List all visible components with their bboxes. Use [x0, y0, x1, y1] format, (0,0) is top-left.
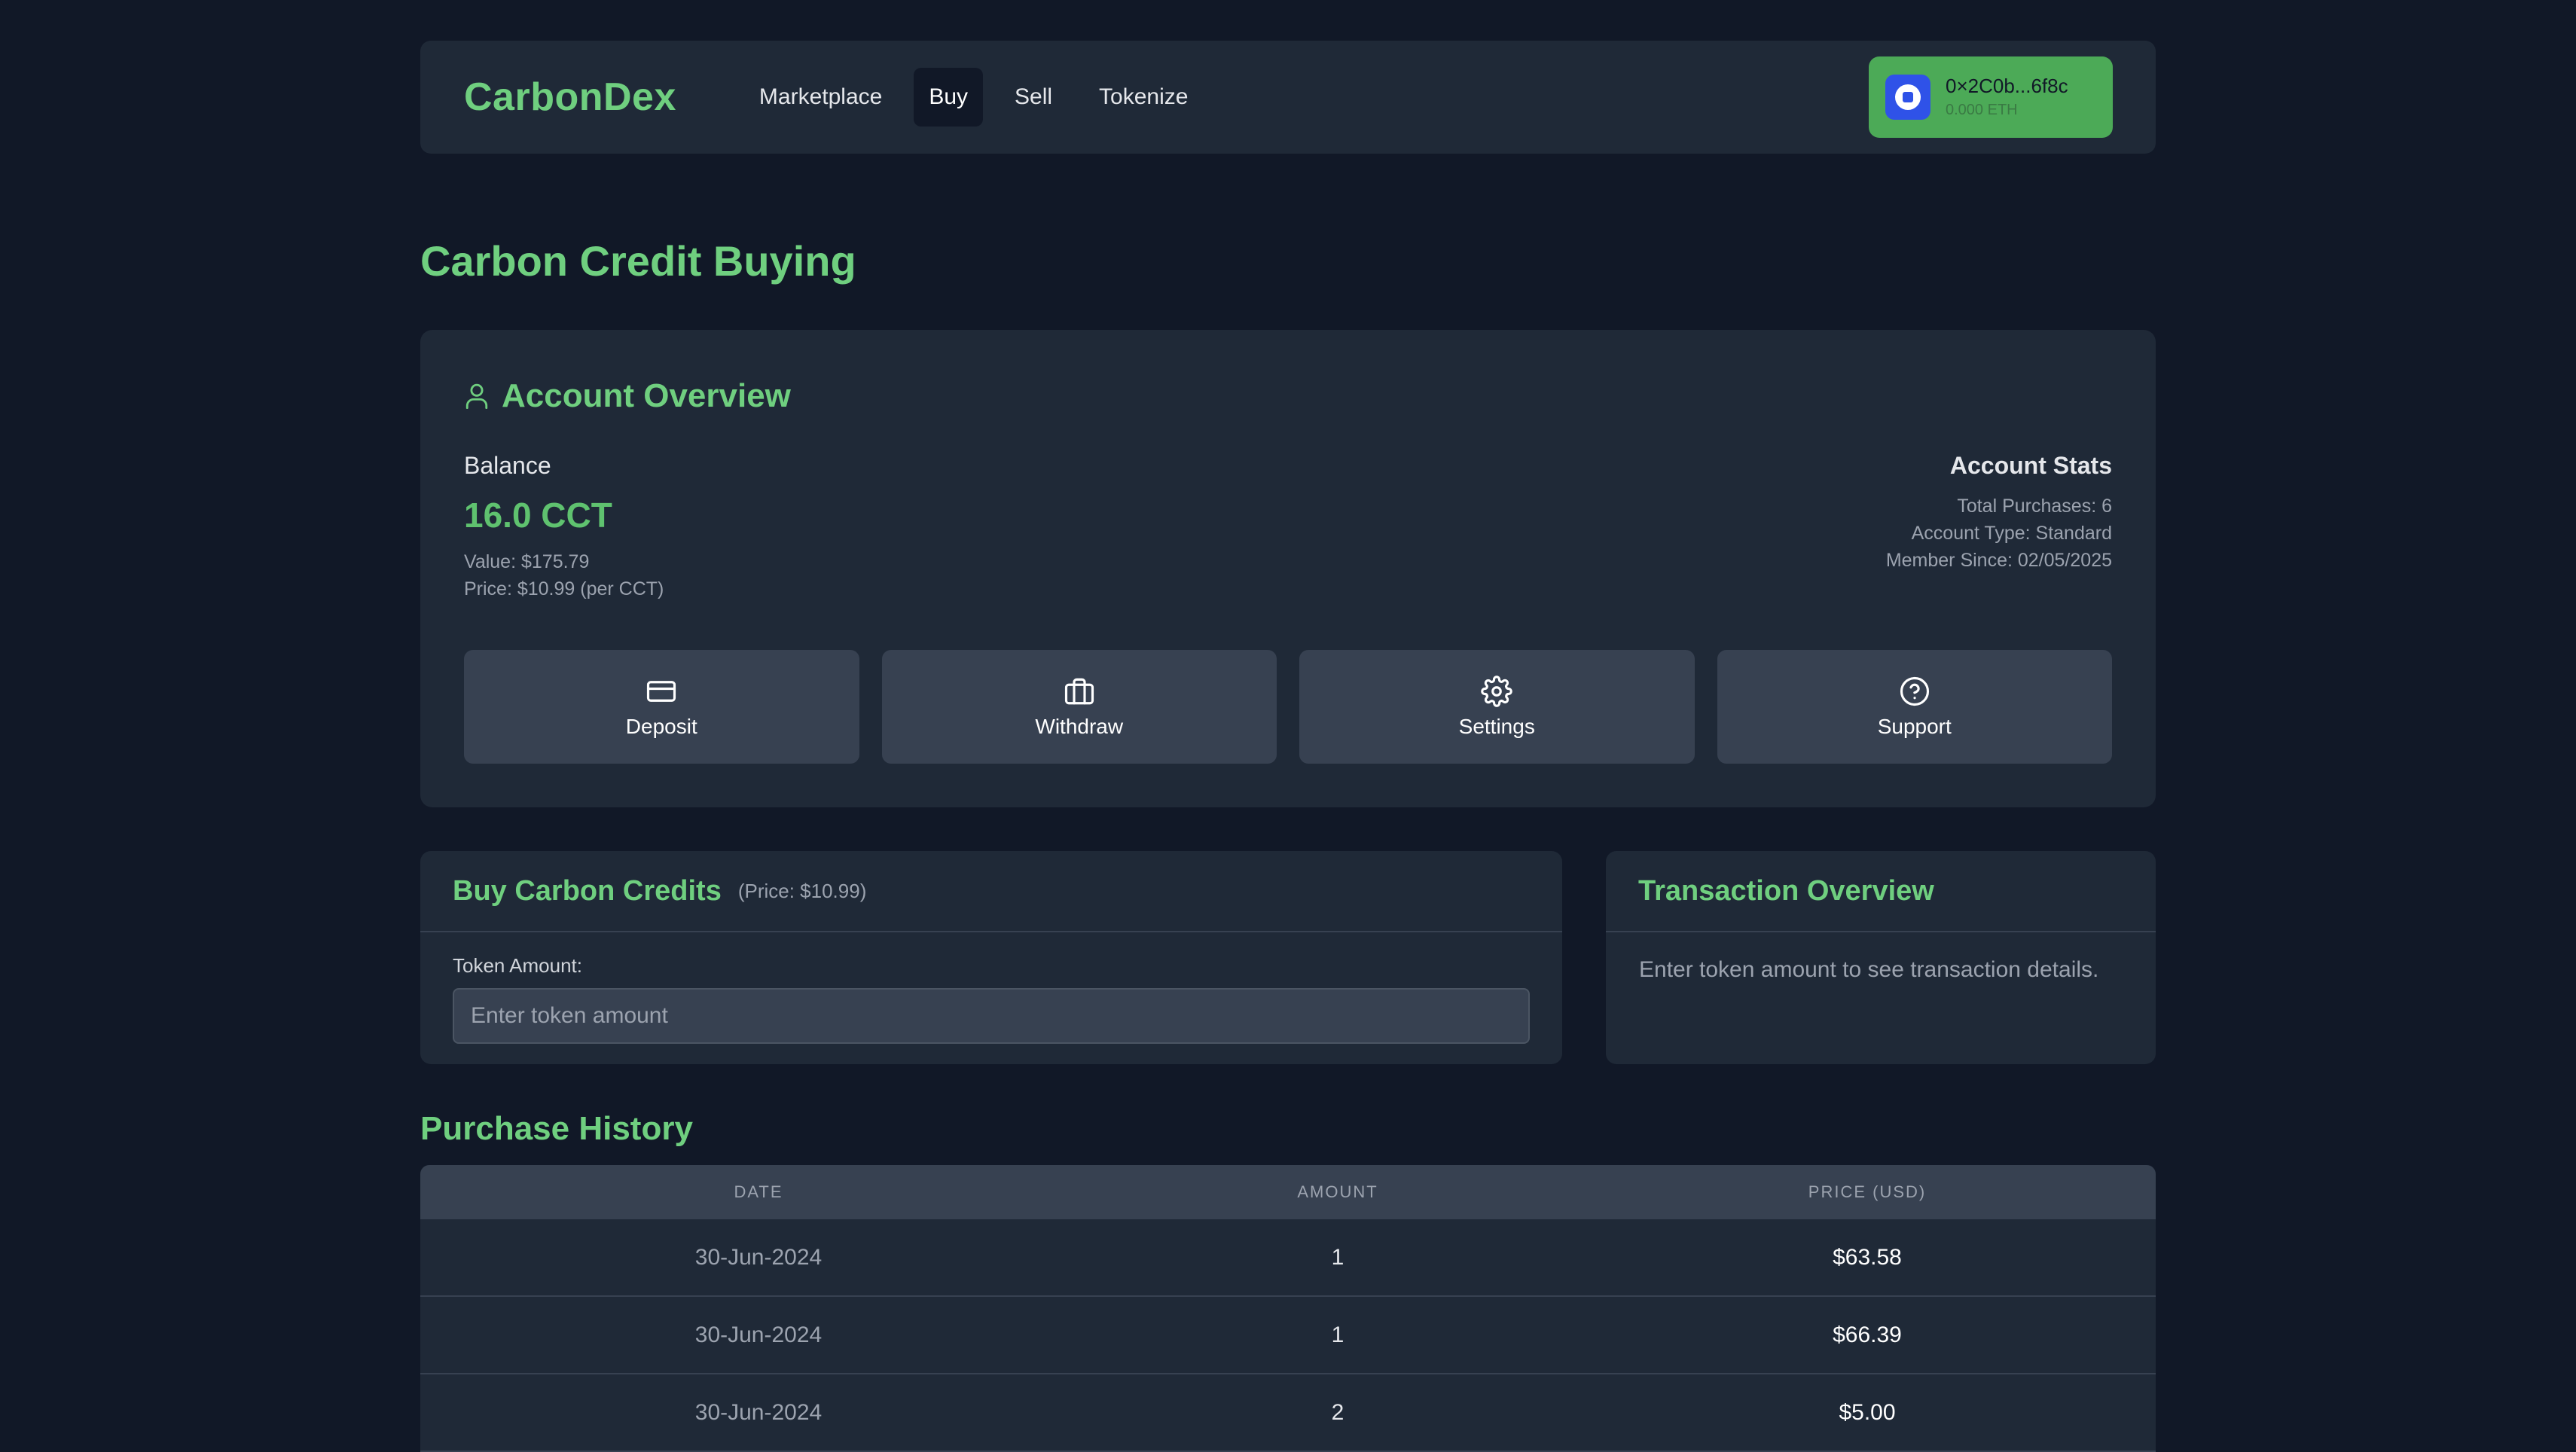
buy-row: Buy Carbon Credits (Price: $10.99) Token…: [420, 851, 2156, 1064]
wallet-button[interactable]: 0×2C0b...6f8c 0.000 ETH: [1869, 56, 2113, 138]
transaction-overview-message: Enter token amount to see transaction de…: [1639, 957, 2099, 982]
table-row: 30-Jun-2024 1 $63.58: [420, 1219, 2156, 1297]
user-icon: [465, 383, 488, 409]
stat-total-purchases: Total Purchases: 6: [1957, 496, 2112, 517]
table-row: 30-Jun-2024 1 $66.39: [420, 1297, 2156, 1374]
app-container: CarbonDex Marketplace Buy Sell Tokenize …: [420, 41, 2156, 1452]
table-header: DATE AMOUNT PRICE (USD): [420, 1165, 2156, 1219]
briefcase-icon: [1064, 678, 1094, 704]
cell-price: $5.00: [1839, 1399, 1896, 1425]
help-circle-icon: [1900, 676, 1929, 706]
cell-price: $63.58: [1833, 1244, 1902, 1270]
column-header-amount[interactable]: AMOUNT: [1097, 1182, 1579, 1202]
purchase-history-table: DATE AMOUNT PRICE (USD) 30-Jun-2024 1 $6…: [420, 1165, 2156, 1452]
deposit-button[interactable]: Deposit: [464, 650, 859, 764]
buy-credits-title: Buy Carbon Credits: [453, 874, 722, 907]
table-row: 30-Jun-2024 2 $5.00: [420, 1374, 2156, 1452]
purchase-history-title: Purchase History: [420, 1110, 693, 1147]
column-header-date[interactable]: DATE: [420, 1182, 1097, 1202]
token-amount-input[interactable]: [453, 988, 1530, 1044]
token-amount-label: Token Amount:: [453, 954, 582, 977]
account-overview-header: Account Overview: [464, 374, 2112, 419]
wallet-eth-balance: 0.000 ETH: [1946, 102, 2018, 118]
wallet-address: 0×2C0b...6f8c: [1946, 75, 2068, 97]
cell-amount: 2: [1331, 1399, 1344, 1425]
account-actions: Deposit Withdraw Settings Support: [464, 650, 2112, 764]
balance-section: Balance 16.0 CCT Value: $175.79 Price: $…: [464, 450, 664, 602]
cell-amount: 1: [1331, 1322, 1344, 1347]
balance-label: Balance: [464, 452, 551, 479]
top-navbar: CarbonDex Marketplace Buy Sell Tokenize …: [420, 41, 2156, 154]
withdraw-button[interactable]: Withdraw: [881, 650, 1277, 764]
account-stats-title: Account Stats: [1949, 452, 2112, 479]
balance-usd-value: Value: $175.79: [464, 551, 590, 572]
main-nav: Marketplace Buy Sell Tokenize: [744, 68, 1204, 127]
account-overview-card: Account Overview Balance 16.0 CCT Value:…: [420, 330, 2156, 807]
account-stats: Account Stats Total Purchases: 6 Account…: [1886, 450, 2112, 574]
deposit-label: Deposit: [625, 714, 697, 738]
cell-amount: 1: [1331, 1244, 1344, 1270]
nav-item-marketplace[interactable]: Marketplace: [744, 68, 897, 127]
wallet-logo-icon: [1885, 75, 1930, 120]
account-overview-title: Account Overview: [502, 377, 791, 414]
cell-price: $66.39: [1833, 1322, 1902, 1347]
balance-value: 16.0 CCT: [464, 496, 612, 535]
settings-label: Settings: [1458, 714, 1535, 738]
stat-member-since: Member Since: 02/05/2025: [1885, 550, 2112, 571]
brand-logo[interactable]: CarbonDex: [464, 75, 676, 120]
buy-credits-body: Token Amount:: [420, 932, 1562, 1065]
transaction-overview-title: Transaction Overview: [1638, 874, 1934, 907]
nav-item-sell[interactable]: Sell: [1000, 68, 1067, 127]
cell-date: 30-Jun-2024: [694, 1244, 823, 1270]
buy-price-note: (Price: $10.99): [737, 879, 867, 902]
transaction-overview-header: Transaction Overview: [1606, 851, 2156, 932]
page-title: Carbon Credit Buying: [420, 237, 856, 285]
column-header-price[interactable]: PRICE (USD): [1579, 1182, 2156, 1202]
withdraw-label: Withdraw: [1035, 714, 1124, 738]
buy-credits-card: Buy Carbon Credits (Price: $10.99) Token…: [420, 851, 1562, 1064]
stat-account-type: Account Type: Standard: [1911, 523, 2112, 544]
transaction-overview-card: Transaction Overview Enter token amount …: [1606, 851, 2156, 1064]
buy-credits-header: Buy Carbon Credits (Price: $10.99): [420, 851, 1562, 932]
cell-date: 30-Jun-2024: [694, 1399, 823, 1425]
settings-button[interactable]: Settings: [1299, 650, 1695, 764]
credit-card-icon: [647, 680, 676, 702]
nav-item-buy[interactable]: Buy: [914, 68, 984, 127]
support-label: Support: [1877, 714, 1952, 738]
token-price: Price: $10.99 (per CCT): [464, 578, 664, 599]
cell-date: 30-Jun-2024: [694, 1322, 823, 1347]
support-button[interactable]: Support: [1717, 650, 2112, 764]
nav-item-tokenize[interactable]: Tokenize: [1084, 68, 1203, 127]
gear-icon: [1481, 675, 1513, 707]
wallet-info: 0×2C0b...6f8c 0.000 ETH: [1946, 73, 2068, 121]
